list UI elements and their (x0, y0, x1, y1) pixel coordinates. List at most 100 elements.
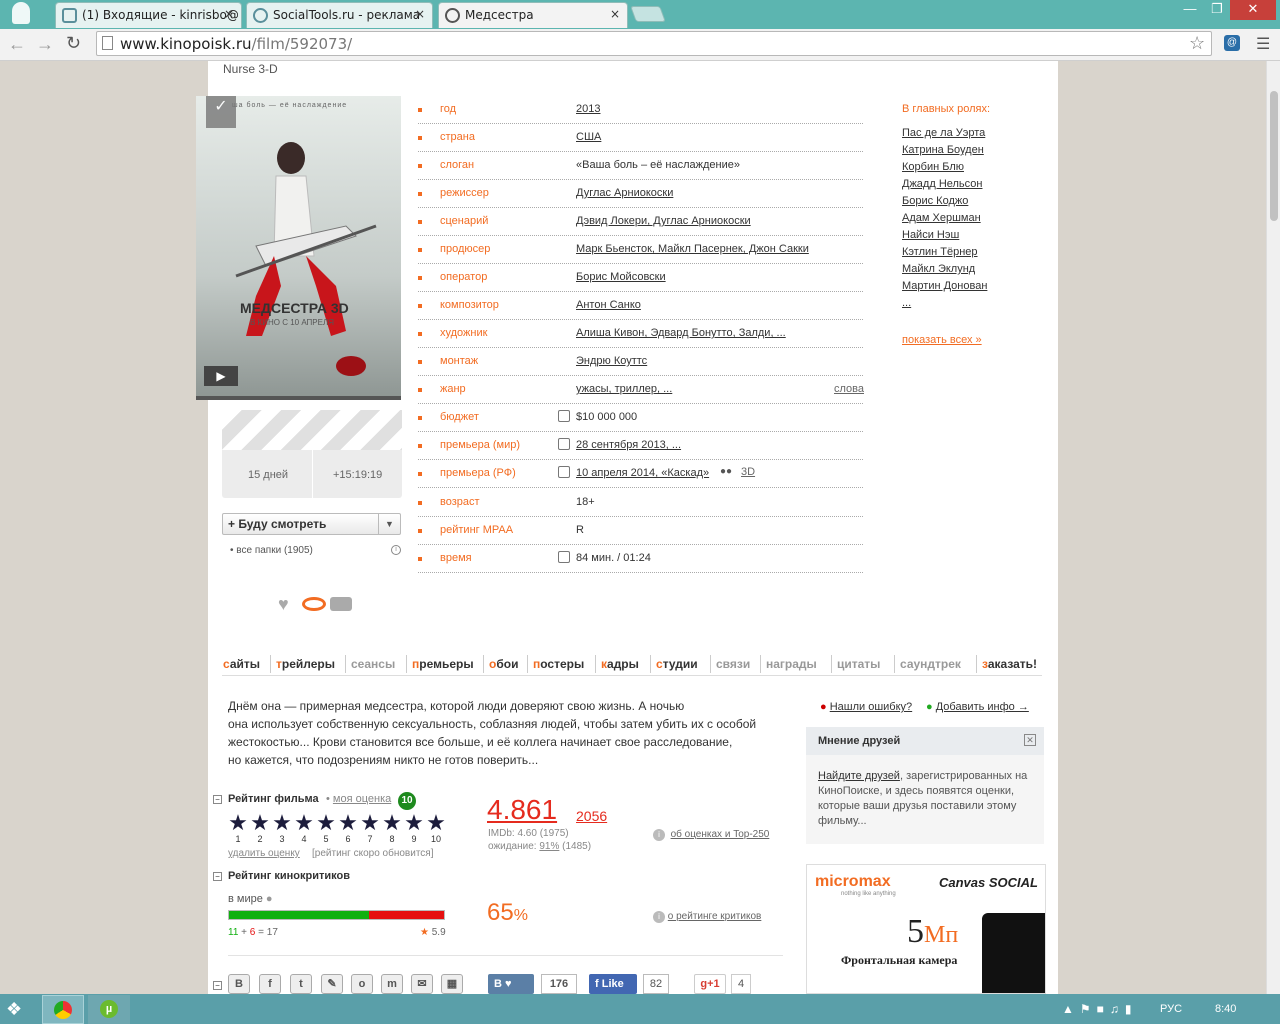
url-text[interactable]: www.kinopoisk.ru/film/592073/ (120, 35, 352, 53)
clock[interactable]: 8:40 (1215, 1003, 1236, 1015)
info-value[interactable]: Эндрю Коуттс (576, 355, 647, 367)
collapse-toggle[interactable]: − (213, 981, 222, 990)
cast-member-link[interactable]: Пас де ла Уэрта (902, 127, 987, 144)
menu-tab[interactable]: студии (656, 657, 698, 671)
tab-kinopoisk[interactable]: Медсестра × (438, 2, 628, 28)
close-icon[interactable]: × (610, 7, 620, 21)
collapse-toggle[interactable]: − (213, 795, 222, 804)
info-value[interactable]: ужасы, триллер, ... (576, 383, 672, 395)
rating-star-icon[interactable]: ★ (359, 812, 381, 834)
cast-member-link[interactable]: Адам Хершман (902, 212, 987, 229)
close-icon[interactable]: × (415, 7, 425, 21)
chrome-profile-icon[interactable] (12, 2, 30, 24)
menu-tab[interactable]: саундтрек (900, 657, 961, 671)
facebook-share-icon[interactable]: f (259, 974, 281, 994)
maximize-button[interactable]: ❐ (1204, 0, 1230, 20)
add-info-link[interactable]: ● Добавить инфо → (926, 701, 1029, 713)
menu-tab[interactable]: сеансы (351, 657, 395, 671)
micromax-ad-banner[interactable]: micromax nothing like anything Canvas SO… (806, 864, 1046, 994)
close-window-button[interactable]: ✕ (1230, 0, 1276, 20)
mailru-share-icon[interactable]: m (381, 974, 403, 994)
rating-star-icon[interactable]: ★ (425, 812, 447, 834)
odnoklassniki-share-icon[interactable]: o (351, 974, 373, 994)
all-folders-link[interactable]: • все папки (1905) (230, 545, 313, 556)
info-value[interactable]: Антон Санко (576, 299, 641, 311)
blog-share-icon[interactable]: ✎ (321, 974, 343, 994)
delete-rating-link[interactable]: удалить оценку (228, 848, 300, 859)
menu-tab[interactable]: заказать! (982, 657, 1037, 671)
chevron-down-icon[interactable]: ▼ (378, 514, 400, 534)
rating-star-icon[interactable]: ★ (293, 812, 315, 834)
menu-tab[interactable]: цитаты (837, 657, 880, 671)
taskbar-chrome-icon[interactable] (42, 995, 84, 1024)
menu-tab[interactable]: связи (716, 657, 750, 671)
info-value[interactable]: 10 апреля 2014, «Каскад» (576, 467, 709, 479)
taskbar-utorrent-icon[interactable]: µ (88, 995, 130, 1024)
menu-icon[interactable]: ☰ (1256, 34, 1270, 54)
new-tab-button[interactable] (630, 6, 666, 22)
rating-star-icon[interactable]: ★ (381, 812, 403, 834)
collapse-toggle[interactable]: − (213, 872, 222, 881)
cast-member-link[interactable]: Майкл Эклунд (902, 263, 987, 280)
rating-star-icon[interactable]: ★ (271, 812, 293, 834)
menu-tab[interactable]: премьеры (412, 657, 474, 671)
vk-like-button[interactable]: В ♥ (488, 974, 534, 994)
rating-star-icon[interactable]: ★ (249, 812, 271, 834)
info-value[interactable]: США (576, 131, 601, 143)
premiere-3d-link[interactable]: 3D (741, 466, 755, 478)
forward-icon[interactable]: → (36, 34, 54, 55)
windows-start-icon[interactable]: ❖ (6, 998, 30, 1020)
info-value[interactable]: Алиша Кивон, Эдвард Бонутто, Залди, ... (576, 327, 786, 339)
cast-member-link[interactable]: ... (902, 297, 987, 314)
bookmark-share-icon[interactable]: B (228, 974, 250, 994)
rating-votes[interactable]: 2056 (576, 808, 607, 824)
info-value[interactable]: Марк Бьенсток, Майкл Пасернек, Джон Сакк… (576, 243, 809, 255)
comment-icon[interactable] (330, 597, 352, 611)
google-plus-button[interactable]: g+1 (694, 974, 726, 994)
cast-member-link[interactable]: Корбин Блю (902, 161, 987, 178)
play-trailer-icon[interactable]: ▶ (204, 366, 238, 386)
cast-member-link[interactable]: Кэтлин Тёрнер (902, 246, 987, 263)
minimize-button[interactable]: — (1176, 0, 1204, 20)
find-friends-link[interactable]: Найдите друзей (818, 770, 900, 782)
menu-tab[interactable]: кадры (601, 657, 639, 671)
cast-member-link[interactable]: Борис Коджо (902, 195, 987, 212)
info-value[interactable]: 2013 (576, 103, 600, 115)
menu-tab[interactable]: постеры (533, 657, 584, 671)
rating-star-icon[interactable]: ★ (337, 812, 359, 834)
close-icon[interactable]: ✕ (1024, 734, 1036, 746)
menu-tab[interactable]: обои (489, 657, 518, 671)
bookmark-star-icon[interactable]: ☆ (1189, 33, 1205, 54)
cast-member-link[interactable]: Мартин Донован (902, 280, 987, 297)
info-icon[interactable]: i (391, 545, 401, 555)
email-share-icon[interactable]: ✉ (411, 974, 433, 994)
close-icon[interactable]: × (224, 7, 234, 21)
info-value[interactable]: Борис Мойсовски (576, 271, 666, 283)
info-value[interactable]: Дуглас Арниокоски (576, 187, 673, 199)
rating-star-icon[interactable]: ★ (315, 812, 337, 834)
eye-icon[interactable] (302, 597, 326, 611)
extension-mail-icon[interactable]: @ (1224, 35, 1240, 51)
rating-star-icon[interactable]: ★ (403, 812, 425, 834)
menu-tab[interactable]: награды (766, 657, 817, 671)
cast-member-link[interactable]: Катрина Боуден (902, 144, 987, 161)
tray-icons[interactable]: ▲⚑■♫▮ (1062, 1002, 1138, 1016)
rating-stars[interactable]: ★ ★ ★ ★ ★ ★ ★ ★ ★ ★ (227, 812, 451, 834)
poster-image[interactable]: ша боль — её наслаждение ✓ МЕДСЕСТРА 3D … (196, 96, 401, 396)
watchlist-button[interactable]: + Буду смотреть ▼ (222, 513, 401, 535)
about-ratings-link[interactable]: i об оценках и Top-250 (653, 829, 769, 841)
cast-member-link[interactable]: Джадд Нельсон (902, 178, 987, 195)
bookmark-corner-icon[interactable]: ✓ (206, 96, 236, 128)
menu-tab[interactable]: трейлеры (276, 657, 335, 671)
twitter-share-icon[interactable]: t (290, 974, 312, 994)
my-rating-link[interactable]: • моя оценка (326, 793, 391, 805)
tab-socialtools[interactable]: SocialTools.ru - реклама × (246, 2, 433, 28)
back-icon[interactable]: ← (8, 34, 26, 55)
rating-star-icon[interactable]: ★ (227, 812, 249, 834)
genre-words-link[interactable]: слова (834, 383, 864, 395)
tab-mail[interactable]: (1) Входящие - kinrisbo@ × (55, 2, 242, 28)
facebook-like-button[interactable]: f Like (589, 974, 637, 994)
cast-member-link[interactable]: Найси Нэш (902, 229, 987, 246)
info-value[interactable]: Дэвид Локери, Дуглас Арниокоски (576, 215, 751, 227)
scrollbar[interactable] (1266, 61, 1280, 994)
